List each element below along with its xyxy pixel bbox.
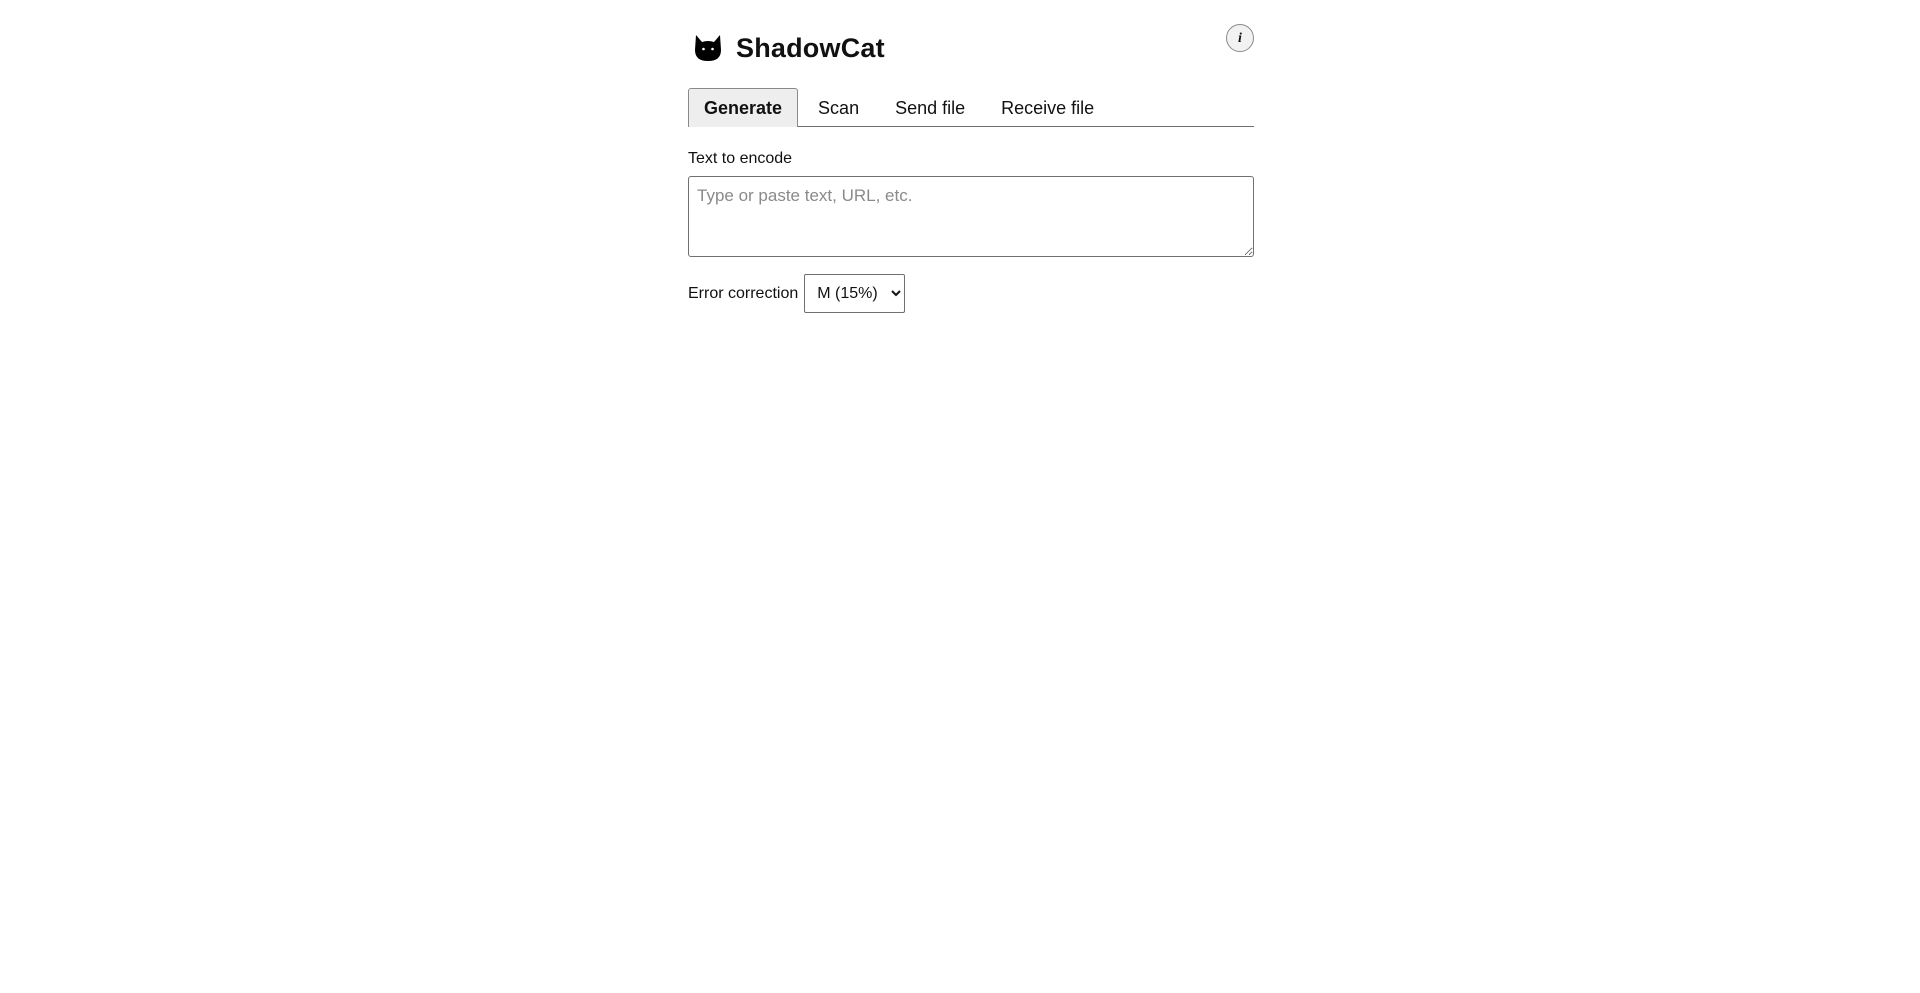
tab-generate[interactable]: Generate	[688, 88, 799, 127]
text-to-encode-input[interactable]	[688, 176, 1254, 257]
info-button[interactable]: i	[1226, 24, 1254, 52]
tab-scan[interactable]: Scan	[802, 88, 875, 126]
error-correction-select[interactable]: M (15%)	[804, 274, 906, 313]
app-container: ShadowCat i Generate Scan Send file Rece…	[688, 0, 1254, 313]
text-to-encode-label: Text to encode	[688, 150, 793, 167]
error-correction-row: Error correction M (15%)	[688, 274, 1254, 313]
error-correction-label: Error correction	[688, 284, 799, 302]
cat-head-icon	[695, 35, 721, 61]
header: ShadowCat i	[688, 0, 1254, 88]
tab-receive-file[interactable]: Receive file	[985, 88, 1110, 126]
tab-bar: Generate Scan Send file Receive file	[688, 88, 1254, 127]
app-title: ShadowCat	[736, 33, 885, 63]
tab-send-file[interactable]: Send file	[879, 88, 981, 126]
